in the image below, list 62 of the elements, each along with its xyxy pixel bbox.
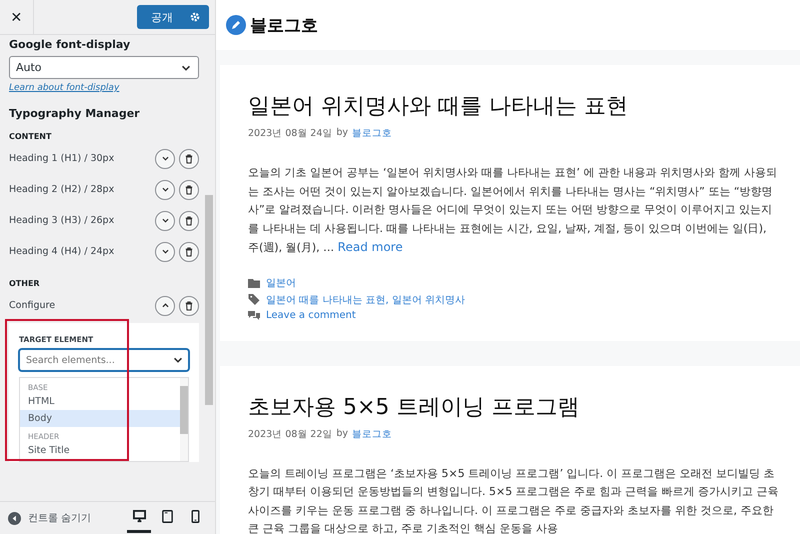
settings-button[interactable] — [181, 5, 209, 29]
byline: by — [336, 428, 348, 440]
group-title: OTHER — [9, 279, 41, 288]
group-title: CONTENT — [9, 132, 52, 141]
toggle-button[interactable] — [155, 148, 175, 168]
post-date: 2023년 08월 24일 — [248, 127, 332, 140]
font-display-select[interactable]: Auto — [9, 56, 199, 79]
publish-button[interactable]: 공개 — [137, 5, 181, 29]
toggle-button[interactable] — [155, 242, 175, 262]
option-item[interactable]: Body — [20, 410, 180, 427]
chevron-down-icon — [160, 154, 170, 163]
post-excerpt: 오늘의 트레이닝 프로그램은 ‘초보자용 5×5 트레이닝 프로그램’ 입니다. 이 프로그램은 오래전 보디빌딩 초창기 때부터 이용되던 운동방법들의 변형입니다. 5×5 프로그램은 주로 힘과 근력을 빠르게 증가시키고 근육 사이즈를 키우는 운동 프로그램 중 하나입니다. 이 프로그램은 주로 중급자와 초보자를 위한 것으로, 주요한 큰 근육 그룹을 대상으로 하고, 주로 기초적인 핵심 운동을 사용 — [248, 466, 780, 534]
tablet-icon — [160, 510, 174, 523]
delete-button[interactable] — [179, 210, 199, 230]
post-excerpt: 오늘의 기초 일본어 공부는 ‘일본어 위치명사와 때를 나타내는 표현’ 에 관한 내용과 위치명사와 함께 사용되는 조사는 어떤 것이 있는지 알아보겠습니다. 일본어에서 위치를 나타내는 명사는 “위치명사” 또는 “방향명사”로 알려졌습니다. 이러한 명사들은 어디에 무엇이 있는지 또는 어떤 방향으로 무엇이 이루어지고 있는지를 나타내는 데 사용됩니다. 때를 나타내는 표현에는 시간, 요일, 날짜, 계절, 등이 있으며 이번에는 일(日), 주(週), 월(月), … Read more — [248, 165, 778, 256]
field-label: Google font-display — [9, 38, 132, 51]
post-title[interactable]: 초보자용 5×5 트레이닝 프로그램 — [248, 392, 780, 422]
hide-controls-button[interactable]: 컨트롤 숨기기 — [8, 511, 92, 525]
delete-button[interactable] — [179, 180, 199, 200]
toggle-button[interactable] — [155, 296, 175, 316]
trash-icon — [185, 184, 193, 194]
search-field[interactable]: Search elements... — [19, 349, 189, 371]
typography-item: Heading 4 (H4) / 24px — [9, 246, 116, 257]
chevron-down-icon — [160, 185, 170, 194]
post-date: 2023년 08월 22일 — [248, 428, 332, 440]
section-title: Typography Manager — [9, 107, 141, 120]
typography-item: Heading 1 (H1) / 30px — [9, 153, 116, 164]
chevron-down-icon — [160, 216, 170, 225]
post-title[interactable]: 일본어 위치명사와 때를 나타내는 표현 — [248, 91, 780, 121]
category-link[interactable]: 일본어 — [266, 276, 296, 290]
trash-icon — [185, 216, 193, 226]
mobile-icon — [188, 510, 202, 523]
trash-icon — [185, 300, 193, 310]
option-item[interactable]: Site Title — [20, 442, 180, 459]
delete-button[interactable] — [179, 296, 199, 316]
typography-item: Heading 2 (H2) / 28px — [9, 184, 116, 195]
tag-icon — [248, 294, 260, 305]
delete-button[interactable] — [179, 148, 199, 168]
byline: by — [336, 127, 348, 140]
typography-item: Configure — [9, 300, 56, 311]
settings-icon — [189, 11, 201, 23]
trash-icon — [185, 154, 193, 164]
pencil-icon — [226, 15, 246, 35]
learn-link[interactable]: Learn about font-display — [9, 83, 205, 93]
comment-link[interactable]: Leave a comment — [266, 310, 356, 320]
read-more-link[interactable]: Read more — [338, 240, 403, 254]
folder-icon — [248, 278, 260, 288]
tags-link[interactable]: 일본어 때를 나타내는 표현, 일본어 위치명사 — [266, 292, 466, 306]
option-item[interactable]: HTML — [20, 393, 180, 410]
typography-item: Heading 3 (H3) / 26px — [9, 215, 116, 226]
author-link[interactable]: 블로그호 — [352, 127, 392, 140]
trash-icon — [185, 246, 193, 256]
site-title[interactable]: 블로그호 — [250, 14, 318, 36]
chevron-up-icon — [160, 301, 170, 310]
collapse-icon — [8, 512, 21, 524]
chevron-down-icon — [160, 247, 170, 256]
desktop-icon — [132, 510, 146, 523]
delete-button[interactable] — [179, 242, 199, 262]
toggle-button[interactable] — [155, 210, 175, 230]
author-link[interactable]: 블로그호 — [352, 428, 392, 440]
comments-icon — [248, 310, 260, 320]
toggle-button[interactable] — [155, 180, 175, 200]
